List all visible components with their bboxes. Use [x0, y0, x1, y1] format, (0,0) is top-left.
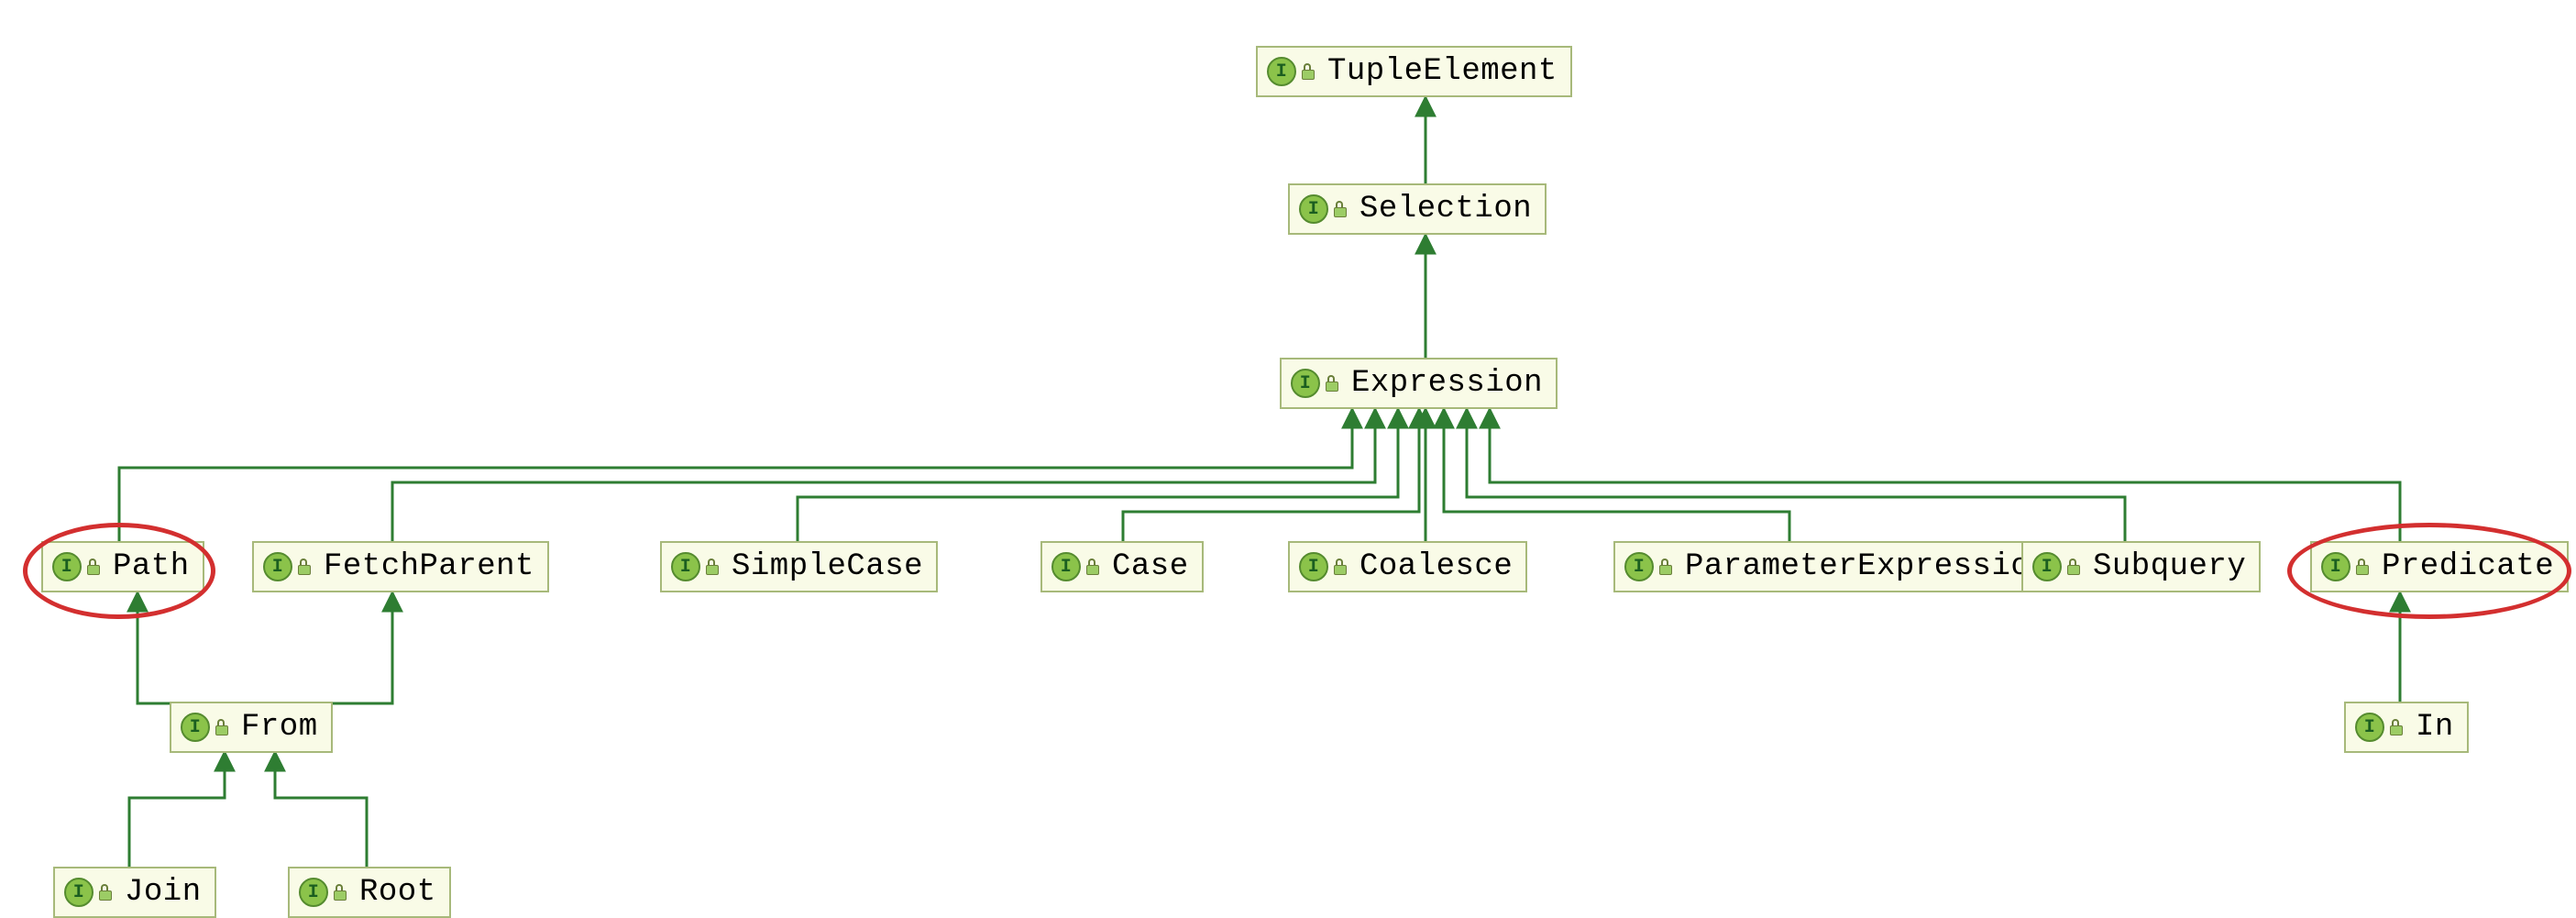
- interface-badges: I: [64, 878, 112, 907]
- node-label: SimpleCase: [732, 549, 923, 584]
- node-in[interactable]: I In: [2344, 702, 2469, 753]
- lock-icon: [1334, 201, 1347, 217]
- node-fetchparent[interactable]: I FetchParent: [252, 541, 549, 592]
- interface-badges: I: [52, 552, 100, 581]
- lock-icon: [1086, 559, 1099, 575]
- node-label: From: [241, 710, 318, 745]
- interface-icon: I: [1299, 552, 1328, 581]
- interface-badges: I: [1624, 552, 1672, 581]
- interface-icon: I: [52, 552, 82, 581]
- interface-icon: I: [1299, 194, 1328, 224]
- interface-icon: I: [1291, 369, 1320, 398]
- interface-badges: I: [1051, 552, 1099, 581]
- node-case[interactable]: I Case: [1040, 541, 1204, 592]
- lock-icon: [1302, 63, 1315, 80]
- interface-badges: I: [1291, 369, 1338, 398]
- interface-icon: I: [64, 878, 94, 907]
- node-selection[interactable]: I Selection: [1288, 183, 1547, 235]
- node-label: Path: [113, 549, 190, 584]
- lock-icon: [99, 884, 112, 901]
- lock-icon: [1326, 375, 1338, 392]
- node-coalesce[interactable]: I Coalesce: [1288, 541, 1527, 592]
- node-subquery[interactable]: I Subquery: [2021, 541, 2261, 592]
- interface-icon: I: [263, 552, 292, 581]
- interface-icon: I: [1267, 57, 1296, 86]
- interface-icon: I: [2032, 552, 2062, 581]
- node-path[interactable]: I Path: [41, 541, 204, 592]
- node-simplecase[interactable]: I SimpleCase: [660, 541, 938, 592]
- node-label: Coalesce: [1360, 549, 1513, 584]
- node-label: Root: [359, 875, 436, 910]
- node-label: In: [2416, 710, 2454, 745]
- node-label: Join: [125, 875, 202, 910]
- interface-badges: I: [299, 878, 347, 907]
- interface-badges: I: [1267, 57, 1315, 86]
- node-label: Expression: [1351, 366, 1543, 401]
- interface-badges: I: [2321, 552, 2369, 581]
- lock-icon: [2390, 719, 2403, 736]
- interface-icon: I: [181, 713, 210, 742]
- node-expression[interactable]: I Expression: [1280, 358, 1558, 409]
- node-predicate[interactable]: I Predicate: [2310, 541, 2569, 592]
- edges-layer: [0, 0, 2576, 890]
- node-label: Selection: [1360, 192, 1532, 227]
- node-label: Subquery: [2093, 549, 2246, 584]
- node-label: FetchParent: [324, 549, 534, 584]
- interface-badges: I: [263, 552, 311, 581]
- interface-badges: I: [2355, 713, 2403, 742]
- lock-icon: [706, 559, 719, 575]
- interface-badges: I: [181, 713, 228, 742]
- interface-badges: I: [2032, 552, 2080, 581]
- lock-icon: [1334, 559, 1347, 575]
- node-label: TupleElement: [1327, 54, 1558, 89]
- interface-icon: I: [299, 878, 328, 907]
- lock-icon: [2067, 559, 2080, 575]
- interface-badges: I: [671, 552, 719, 581]
- node-label: Predicate: [2382, 549, 2554, 584]
- diagram-canvas: I TupleElement I Selection I Expression …: [0, 0, 2576, 890]
- interface-icon: I: [671, 552, 700, 581]
- lock-icon: [87, 559, 100, 575]
- node-from[interactable]: I From: [170, 702, 333, 753]
- lock-icon: [334, 884, 347, 901]
- interface-badges: I: [1299, 194, 1347, 224]
- node-label: ParameterExpression: [1685, 549, 2049, 584]
- interface-icon: I: [1051, 552, 1081, 581]
- node-label: Case: [1112, 549, 1189, 584]
- lock-icon: [298, 559, 311, 575]
- lock-icon: [1659, 559, 1672, 575]
- interface-badges: I: [1299, 552, 1347, 581]
- interface-icon: I: [2321, 552, 2350, 581]
- interface-icon: I: [2355, 713, 2384, 742]
- interface-icon: I: [1624, 552, 1654, 581]
- lock-icon: [2356, 559, 2369, 575]
- node-root[interactable]: I Root: [288, 867, 451, 918]
- node-join[interactable]: I Join: [53, 867, 216, 918]
- lock-icon: [215, 719, 228, 736]
- node-tupleelement[interactable]: I TupleElement: [1256, 46, 1572, 97]
- node-parameterexpression[interactable]: I ParameterExpression: [1613, 541, 2064, 592]
